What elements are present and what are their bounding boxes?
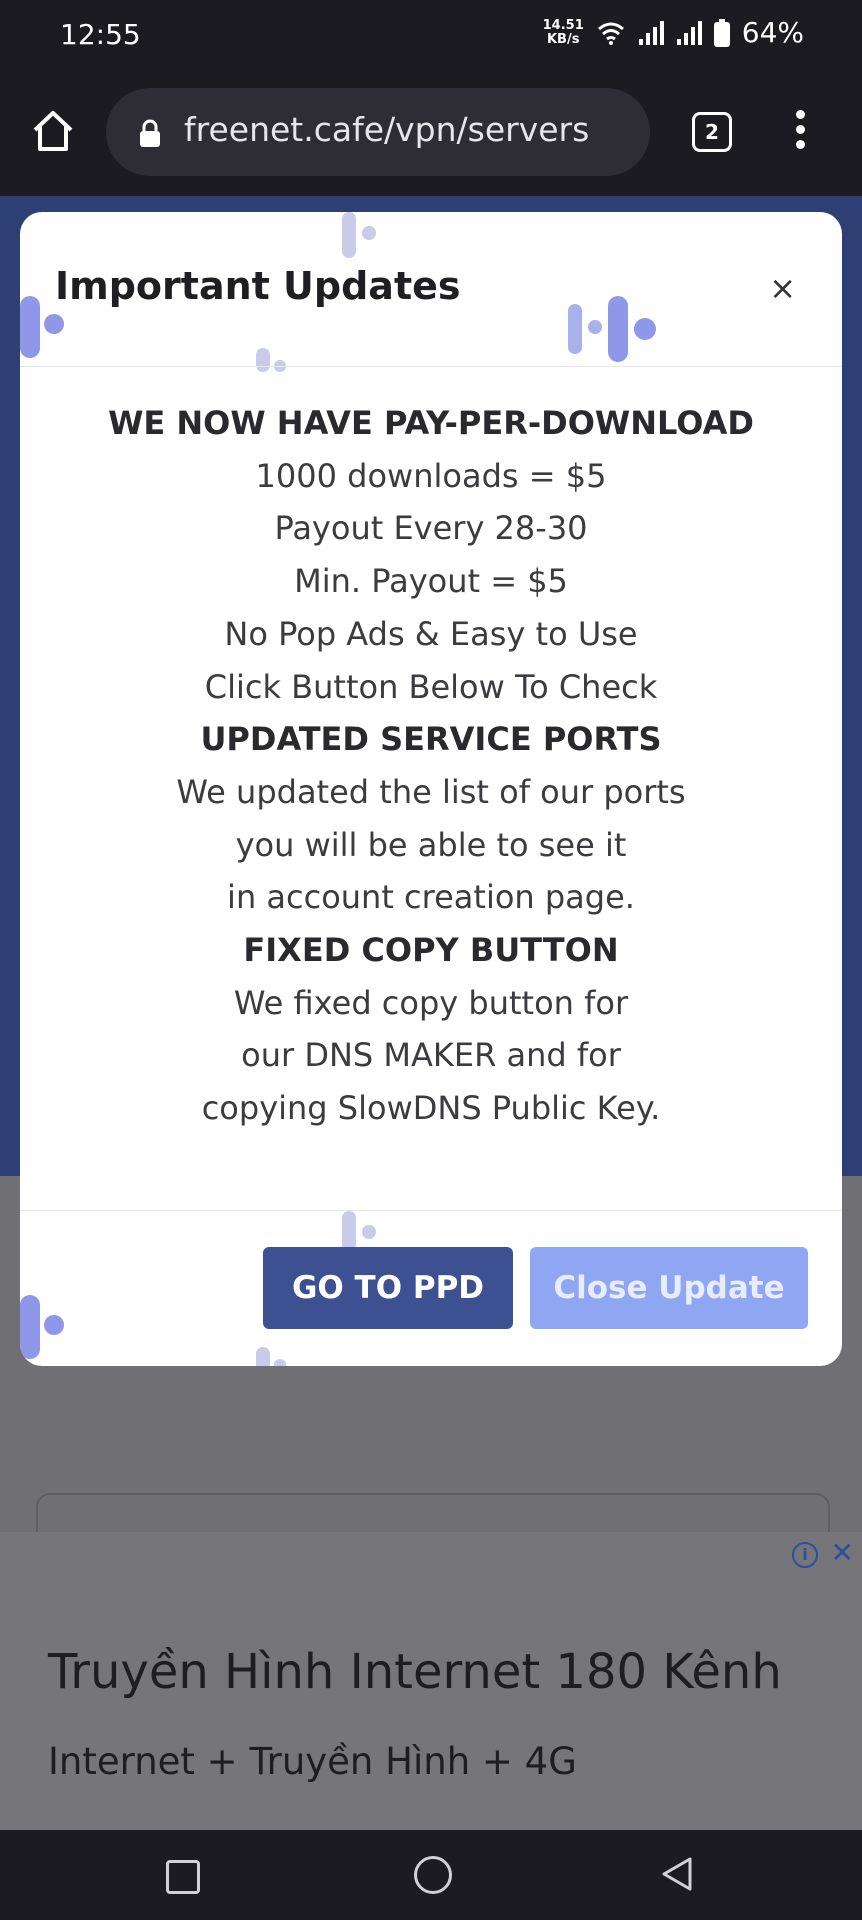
modal-body: WE NOW HAVE PAY-PER-DOWNLOAD 1000 downloa…: [20, 397, 842, 1135]
recent-apps-icon[interactable]: [166, 1860, 200, 1894]
battery-level: 64%: [741, 16, 804, 49]
status-time: 12:55: [60, 18, 141, 51]
modal-line: Min. Payout = $5: [294, 562, 568, 601]
modal-line: Click Button Below To Check: [204, 667, 658, 706]
wifi-icon: [597, 22, 624, 45]
modal-line: FIXED COPY BUTTON: [243, 931, 619, 970]
browser-toolbar: freenet.cafe/vpn/servers 2: [0, 72, 862, 196]
ad-close-icon[interactable]: ✕: [831, 1538, 854, 1568]
modal-line: 1000 downloads = $5: [255, 456, 607, 495]
navigation-bar: [0, 1830, 862, 1920]
network-speed-unit: KB/s: [546, 31, 580, 47]
modal-line: WE NOW HAVE PAY-PER-DOWNLOAD: [108, 404, 754, 442]
modal-line: copying SlowDNS Public Key.: [201, 1089, 661, 1128]
signal-icon-2: [676, 20, 702, 45]
updates-modal: Important Updates × WE NOW HAVE PAY-PER-…: [20, 212, 842, 1366]
modal-line: UPDATED SERVICE PORTS: [200, 720, 662, 759]
modal-line: We updated the list of our ports: [176, 772, 686, 811]
modal-line: our DNS MAKER and for: [241, 1036, 621, 1075]
ad-banner[interactable]: i ✕ Truyền Hình Internet 180 Kênh Intern…: [0, 1532, 862, 1830]
network-speed: 14.51 KB/s: [542, 17, 584, 47]
lock-icon: [140, 119, 160, 147]
go-to-ppd-button[interactable]: GO TO PPD: [263, 1247, 513, 1329]
tab-count-button[interactable]: 2: [692, 112, 732, 152]
address-bar[interactable]: freenet.cafe/vpn/servers: [106, 88, 650, 176]
modal-line: you will be able to see it: [235, 825, 627, 864]
url-text: freenet.cafe/vpn/servers: [184, 110, 590, 149]
close-update-button[interactable]: Close Update: [530, 1247, 808, 1329]
modal-line: We fixed copy button for: [233, 983, 629, 1022]
network-speed-value: 14.51: [542, 17, 584, 33]
modal-header: Important Updates ×: [20, 212, 842, 367]
overflow-menu-icon[interactable]: [790, 110, 810, 156]
home-icon[interactable]: [30, 108, 76, 154]
battery-icon: [713, 18, 730, 47]
ad-title: Truyền Hình Internet 180 Kênh: [48, 1644, 782, 1700]
status-icons: 14.51 KB/s 64%: [543, 16, 804, 49]
modal-line: Payout Every 28-30: [274, 509, 588, 548]
modal-close-icon[interactable]: ×: [769, 272, 796, 304]
ad-subtitle: Internet + Truyền Hình + 4G: [48, 1740, 577, 1783]
signal-icon: [638, 20, 664, 45]
home-nav-icon[interactable]: [414, 1856, 452, 1894]
modal-line: No Pop Ads & Easy to Use: [224, 614, 638, 653]
ad-info-icon[interactable]: i: [792, 1542, 818, 1568]
modal-title: Important Updates: [55, 264, 461, 308]
modal-footer: GO TO PPD Close Update: [20, 1210, 842, 1366]
status-bar: 12:55 14.51 KB/s 64%: [0, 0, 862, 72]
back-icon[interactable]: [660, 1856, 694, 1892]
modal-line: in account creation page.: [227, 878, 635, 917]
